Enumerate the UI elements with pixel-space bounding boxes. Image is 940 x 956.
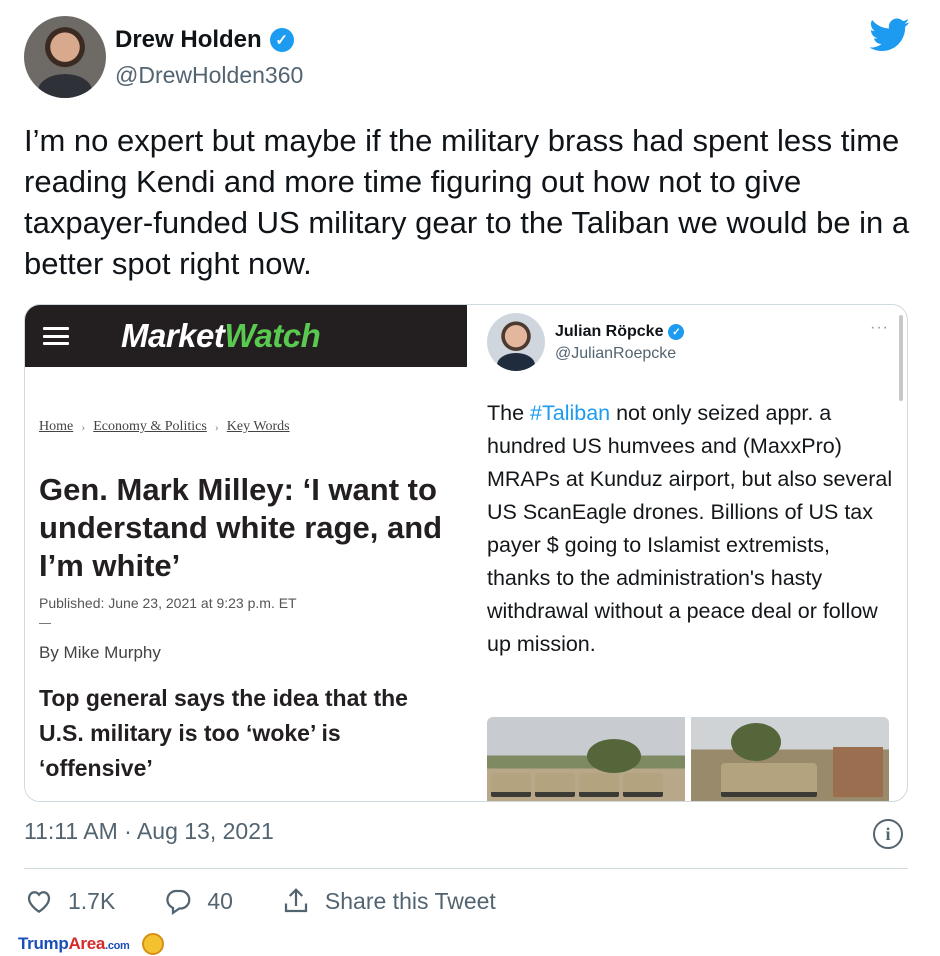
verified-badge-icon: ✓ [668,324,685,340]
marketwatch-header: MarketWatch [25,305,467,367]
scrollbar [899,315,903,401]
embedded-media[interactable]: MarketWatch Home › Economy & Politics › … [24,304,908,802]
watermark: TrumpArea.com [18,933,164,955]
author-name-row[interactable]: Drew Holden ✓ [115,26,294,54]
share-icon [284,888,308,913]
reply-icon [166,889,191,916]
chevron-right-icon: › [214,419,219,434]
quoted-author-handle: @JulianRoepcke [555,345,677,362]
like-button[interactable]: 1.7K [24,886,115,916]
author-avatar[interactable] [24,16,106,98]
marketwatch-logo: MarketWatch [121,317,321,354]
info-icon[interactable]: i [873,819,903,849]
marketwatch-article-screenshot[interactable]: MarketWatch Home › Economy & Politics › … [25,305,467,801]
heart-icon [27,891,51,913]
hashtag-link: #Taliban [530,401,611,425]
article-subhead: Top general says the idea that the U.S. … [39,685,408,781]
quoted-tweet-text: The #Taliban not only seized appr. a hun… [487,401,893,656]
breadcrumb-key-words: Key Words [226,419,290,434]
menu-icon [43,327,69,345]
more-options-icon: ··· [870,319,889,336]
like-count: 1.7K [68,887,116,914]
breadcrumb: Home › Economy & Politics › Key Words [39,419,290,435]
tweet-text: I’m no expert but maybe if the military … [24,123,910,281]
reply-button[interactable]: 40 [163,886,233,916]
share-button[interactable]: Share this Tweet [281,886,496,916]
breadcrumb-home: Home [39,419,74,434]
article-byline: By Mike Murphy [39,643,161,662]
chevron-right-icon: › [81,419,86,434]
divider [24,868,908,869]
article-published-date: Published: June 23, 2021 at 9:23 p.m. ET [39,595,297,611]
watermark-face-icon [141,933,164,955]
article-headline: Gen. Mark Milley: ‘I want to understand … [39,472,443,583]
twitter-bird-icon[interactable] [870,18,910,52]
divider [39,623,51,624]
reply-count: 40 [207,887,233,914]
quoted-author-name-row: Julian Röpcke ✓ [555,323,685,341]
breadcrumb-economy-politics: Economy & Politics [93,419,207,434]
author-handle[interactable]: @DrewHolden360 [115,62,303,89]
verified-badge-icon: ✓ [269,28,294,52]
share-label: Share this Tweet [324,887,496,914]
humvee-photo-1 [487,717,685,801]
quoted-tweet-screenshot[interactable]: Julian Röpcke ✓ @JulianRoepcke ··· The #… [471,305,907,801]
humvee-photo-2 [691,717,889,801]
author-name[interactable]: Drew Holden [115,26,262,54]
watermark-logo: TrumpArea.com [18,934,130,953]
tweet-timestamp[interactable]: 11:11 AM · Aug 13, 2021 [24,818,274,845]
tweet-actions: 1.7K 40 Share this Tweet [24,886,544,916]
quoted-author-avatar [487,313,545,371]
quoted-author-name: Julian Röpcke [555,323,664,340]
